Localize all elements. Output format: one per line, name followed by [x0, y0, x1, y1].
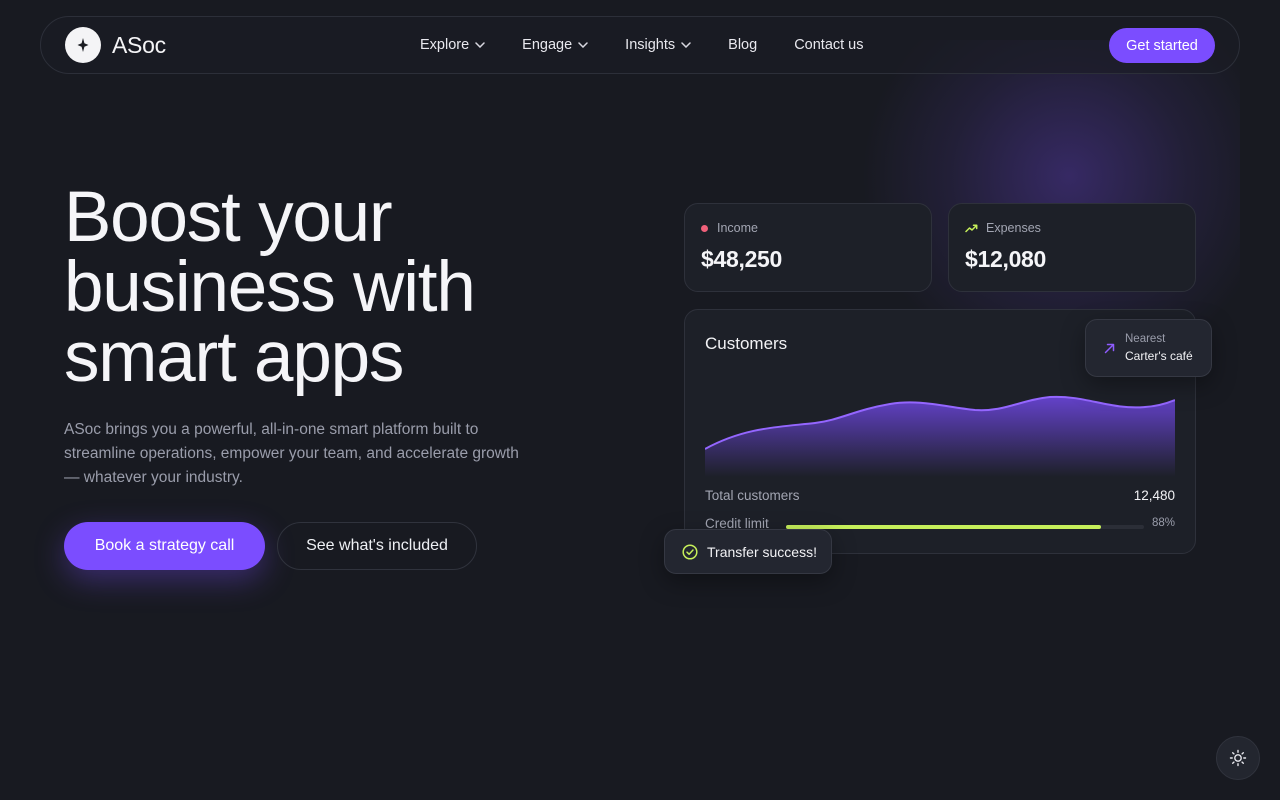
total-customers-label: Total customers [705, 488, 800, 503]
nearest-value: Carter's café [1125, 349, 1193, 363]
expenses-card: Expenses $12,080 [948, 203, 1196, 292]
toast-text: Transfer success! [707, 544, 817, 560]
chevron-down-icon [475, 42, 485, 48]
nav-item-label: Blog [728, 37, 758, 53]
credit-limit-percent: 88% [1151, 517, 1175, 529]
nav-item-contact[interactable]: Contact us [794, 37, 863, 53]
nav-item-explore[interactable]: Explore [420, 37, 485, 53]
nav-item-insights[interactable]: Insights [625, 37, 691, 53]
nearest-label: Nearest [1125, 333, 1166, 345]
nearest-popup[interactable]: Nearest Carter's café [1085, 319, 1212, 377]
income-card: Income $48,250 [684, 203, 932, 292]
hero-description: ASoc brings you a powerful, all-in-one s… [64, 421, 519, 486]
theme-toggle-button[interactable] [1216, 736, 1260, 780]
hero-title: Boost your business with smart apps [64, 178, 624, 397]
hero-title-line: smart apps [64, 318, 404, 397]
brand-name: ASoc [112, 31, 166, 58]
customers-area-chart [705, 395, 1175, 477]
credit-limit-bar [786, 525, 1144, 529]
credit-limit-bar-fill [786, 525, 1102, 529]
total-customers-value: 12,480 [1133, 488, 1175, 503]
expenses-label-wrap: Expenses [965, 221, 1041, 235]
expenses-value: $12,080 [965, 246, 1047, 272]
chevron-down-icon [578, 42, 588, 48]
chevron-down-icon [681, 42, 691, 48]
brand-logo[interactable]: ASoc [65, 27, 166, 63]
nav-item-label: Insights [625, 37, 676, 53]
sun-icon [1229, 749, 1247, 767]
nav-item-label: Contact us [794, 37, 864, 53]
hero-title-line: business with [64, 248, 476, 327]
total-customers-row: Total customers 12,480 [705, 488, 1175, 503]
nav-item-blog[interactable]: Blog [728, 37, 757, 53]
hero-title-line: Boost your [64, 178, 393, 257]
nav-links: Explore Engage Insights Blog Contact us [420, 17, 901, 73]
get-started-button[interactable]: Get started [1109, 28, 1215, 63]
income-label-wrap: Income [701, 221, 758, 235]
arrow-up-right-icon [1104, 343, 1115, 354]
income-label: Income [717, 221, 758, 235]
income-value: $48,250 [701, 246, 783, 272]
see-whats-included-button[interactable]: See what's included [277, 522, 477, 570]
customers-title: Customers [705, 334, 788, 353]
expenses-label: Expenses [986, 221, 1041, 235]
transfer-success-toast[interactable]: Transfer success! [664, 529, 832, 574]
nav-item-engage[interactable]: Engage [522, 37, 588, 53]
income-dot-icon [701, 224, 708, 232]
nav-item-label: Explore [420, 37, 470, 53]
top-nav: ASoc Explore Engage Insights Blog Contac… [40, 16, 1240, 74]
book-strategy-call-button[interactable]: Book a strategy call [64, 522, 265, 570]
trend-up-icon [965, 224, 978, 232]
nav-item-label: Engage [522, 37, 573, 53]
check-badge-icon [682, 544, 698, 560]
sparkle-icon [65, 27, 101, 63]
